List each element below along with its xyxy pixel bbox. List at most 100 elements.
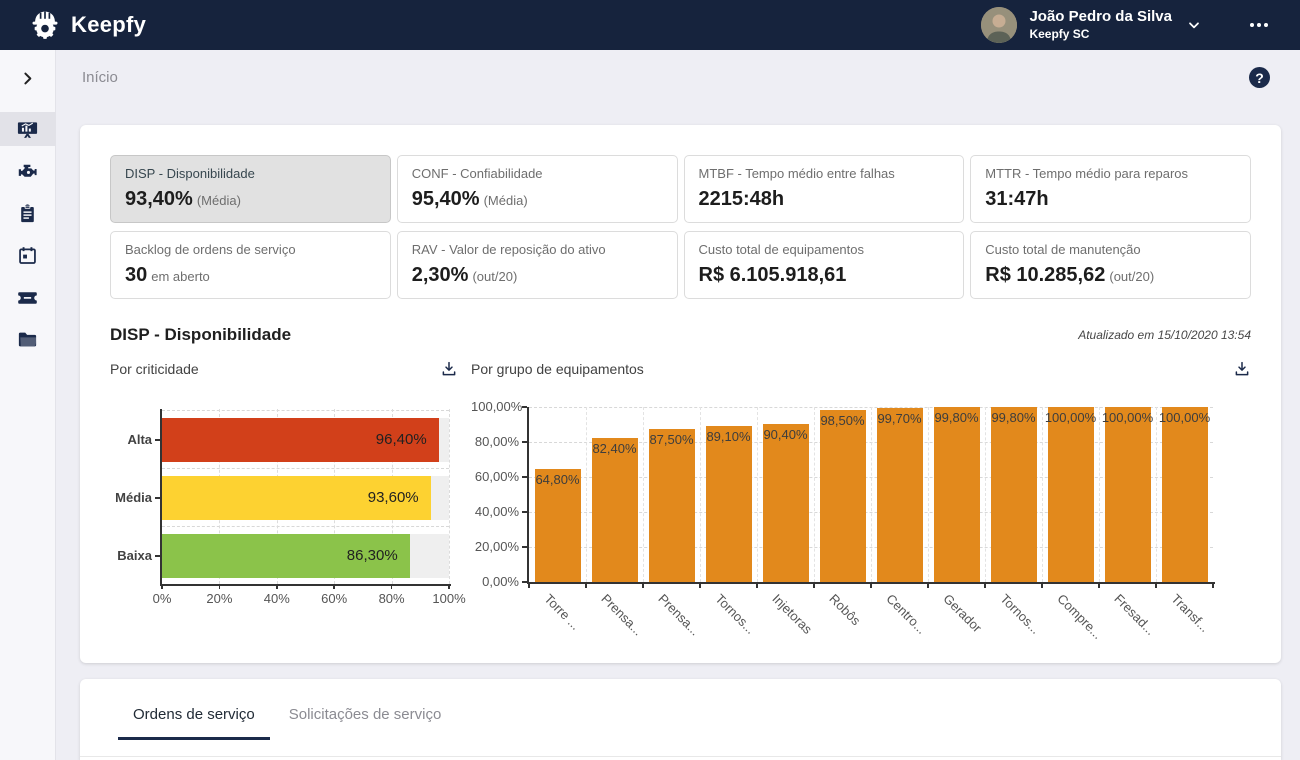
kpi-card[interactable]: Custo total de equipamentosR$ 6.105.918,…	[684, 231, 965, 299]
bar-value-label: 96,40%	[162, 418, 427, 462]
kpi-value: 2215:48h	[699, 188, 950, 211]
kpi-label: CONF - Confiabilidade	[412, 166, 663, 181]
x-tick-label: 40%	[255, 591, 299, 606]
category-label: Prensa...	[655, 591, 702, 638]
kpi-card[interactable]: Backlog de ordens de serviço30em aberto	[110, 231, 391, 299]
bar[interactable]	[1162, 407, 1208, 582]
kpi-suffix: (out/20)	[1109, 269, 1154, 284]
app-header: Keepfy João Pedro da Silva Keepfy SC	[0, 0, 1300, 50]
user-name: João Pedro da Silva	[1029, 8, 1172, 27]
x-axis-line	[160, 584, 451, 586]
x-tick-label: 100%	[427, 591, 471, 606]
breadcrumb-bar: Início ?	[56, 50, 1300, 105]
sidebar-expand-chevron-right-icon[interactable]	[19, 68, 36, 88]
kpi-label: DISP - Disponibilidade	[125, 166, 376, 181]
kpi-card[interactable]: DISP - Disponibilidade 93,40%(Média)	[110, 155, 391, 223]
sidebar-item-files[interactable]	[0, 322, 56, 356]
tab-solicitacoes-de-servico[interactable]: Solicitações de serviço	[274, 705, 457, 740]
updated-timestamp: Atualizado em 15/10/2020 13:54	[1078, 328, 1251, 342]
brand-name: Keepfy	[71, 12, 146, 38]
sidebar-item-requests[interactable]	[0, 280, 56, 314]
chart-criticality: Por criticidade 0%20%40%60%80%100%Alta96…	[110, 357, 458, 649]
kpi-value: 30em aberto	[125, 264, 376, 287]
category-label: Robôs	[826, 591, 863, 628]
sidebar-item-calendar[interactable]	[0, 238, 56, 272]
axis-tick	[984, 584, 986, 588]
sidebar-item-dashboard[interactable]	[0, 112, 56, 146]
category-label: Transf...	[1168, 591, 1212, 635]
category-label: Média	[110, 476, 152, 520]
user-info[interactable]: João Pedro da Silva Keepfy SC	[1029, 8, 1172, 42]
brand-logo[interactable]: Keepfy	[28, 8, 146, 42]
grid-line	[1042, 407, 1043, 582]
kpi-value: 93,40%(Média)	[125, 188, 376, 211]
bar-value-label: 86,30%	[162, 534, 398, 578]
grid-line	[162, 410, 449, 411]
x-tick-label: 80%	[370, 591, 414, 606]
bar[interactable]	[877, 408, 923, 582]
dashboard-card: DISP - Disponibilidade 93,40%(Média) CONF …	[80, 125, 1281, 663]
kpi-grid: DISP - Disponibilidade 93,40%(Média) CONF …	[110, 155, 1251, 299]
bar[interactable]	[592, 438, 638, 582]
category-tick	[155, 497, 160, 499]
y-tick-label: 0,00%	[471, 574, 519, 589]
user-avatar[interactable]	[981, 7, 1017, 43]
bar[interactable]	[1048, 407, 1094, 582]
y-tick-label: 20,00%	[471, 539, 519, 554]
kpi-card[interactable]: MTTR - Tempo médio para reparos 31:47h	[970, 155, 1251, 223]
grid-line	[928, 407, 929, 582]
axis-tick	[756, 584, 758, 588]
groups-bar-chart: 0,00%20,00%40,00%60,00%80,00%100,00%64,8…	[471, 399, 1251, 649]
kpi-value: 2,30%(out/20)	[412, 264, 663, 287]
download-icon[interactable]	[440, 360, 458, 378]
download-icon[interactable]	[1233, 360, 1251, 378]
axis-tick	[699, 584, 701, 588]
tab-ordens-de-servico[interactable]: Ordens de serviço	[118, 705, 270, 740]
bar[interactable]	[820, 410, 866, 582]
keepfy-helmet-gear-icon	[28, 8, 62, 42]
kpi-suffix: (out/20)	[472, 269, 517, 284]
bar[interactable]	[934, 407, 980, 582]
bar[interactable]	[706, 426, 752, 582]
category-label: Injetoras	[769, 591, 815, 637]
kpi-card[interactable]: RAV - Valor de reposição do ativo 2,30%(o…	[397, 231, 678, 299]
bar[interactable]	[991, 407, 1037, 582]
y-tick-label: 60,00%	[471, 469, 519, 484]
kpi-value: 95,40%(Média)	[412, 188, 663, 211]
category-tick	[155, 439, 160, 441]
bar[interactable]	[763, 424, 809, 582]
bar[interactable]	[1105, 407, 1151, 582]
axis-tick	[528, 584, 530, 588]
more-options-ellipsis-icon[interactable]	[1244, 17, 1274, 33]
chart-groups-title: Por grupo de equipamentos	[471, 361, 644, 377]
kpi-card[interactable]: CONF - Confiabilidade 95,40%(Média)	[397, 155, 678, 223]
category-label: Fresad...	[1111, 591, 1158, 638]
breadcrumb[interactable]: Início	[82, 69, 118, 86]
grid-line	[586, 407, 587, 582]
y-tick-label: 80,00%	[471, 434, 519, 449]
kpi-label: MTTR - Tempo médio para reparos	[985, 166, 1236, 181]
chart-equipment-groups: Por grupo de equipamentos 0,00%20,00%40,…	[471, 357, 1251, 649]
bar-value-label: 64,80%	[523, 472, 593, 487]
ticket-icon	[16, 286, 39, 309]
kpi-value: 31:47h	[985, 188, 1236, 211]
sidebar-item-equipments[interactable]	[0, 154, 56, 188]
user-menu-chevron-down-icon[interactable]	[1186, 17, 1202, 33]
kpi-label: Custo total de manutenção	[985, 242, 1236, 257]
bar[interactable]	[649, 429, 695, 582]
category-label: Torre ...	[541, 591, 583, 633]
kpi-label: RAV - Valor de reposição do ativo	[412, 242, 663, 257]
service-tabs: Ordens de serviço Solicitações de serviç…	[118, 705, 1281, 740]
category-label: Gerador	[940, 591, 984, 635]
kpi-label: Custo total de equipamentos	[699, 242, 950, 257]
axis-tick	[585, 584, 587, 588]
sidebar-item-work-orders[interactable]	[0, 196, 56, 230]
axis-tick	[642, 584, 644, 588]
bar-value-label: 100,00%	[1150, 410, 1220, 425]
kpi-card[interactable]: Custo total de manutençãoR$ 10.285,62(ou…	[970, 231, 1251, 299]
help-icon[interactable]: ?	[1249, 67, 1270, 88]
kpi-card[interactable]: MTBF - Tempo médio entre falhas2215:48h	[684, 155, 965, 223]
folder-icon	[16, 328, 39, 351]
grid-line	[871, 407, 872, 582]
axis-tick	[813, 584, 815, 588]
